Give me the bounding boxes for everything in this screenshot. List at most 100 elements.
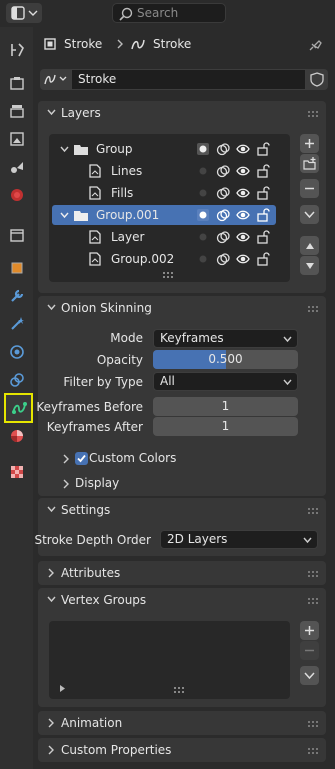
add-vertex-group-button[interactable] — [300, 621, 319, 640]
chevron-right-icon — [63, 454, 69, 464]
drag-handle-icon[interactable] — [308, 111, 320, 117]
pin-icon[interactable] — [309, 37, 323, 51]
display-label: Display — [75, 476, 120, 490]
eye-icon[interactable] — [236, 164, 250, 178]
effects-tab[interactable] — [6, 313, 28, 335]
animation-panel[interactable]: Animation — [38, 711, 326, 735]
onion-skin-icon[interactable] — [216, 186, 230, 200]
eye-icon[interactable] — [236, 208, 250, 222]
stroke-depth-order-dropdown[interactable]: 2D Layers — [160, 530, 318, 549]
drag-handle-icon[interactable] — [308, 571, 320, 577]
mask-toggle-icon[interactable] — [196, 208, 210, 222]
display-subpanel-header[interactable]: Display — [58, 474, 258, 494]
object-data-tab[interactable] — [4, 393, 33, 423]
mask-toggle-icon[interactable] — [196, 230, 210, 244]
unlock-icon[interactable] — [256, 208, 270, 222]
eye-icon[interactable] — [236, 230, 250, 244]
custom-colors-checkbox[interactable] — [75, 452, 88, 465]
unlock-icon[interactable] — [256, 252, 270, 266]
datablock-name-field[interactable]: Stroke — [71, 69, 306, 90]
filter-options-triangle-icon[interactable] — [59, 685, 65, 692]
texture-tab[interactable] — [6, 461, 28, 483]
physics-tab[interactable] — [6, 341, 28, 363]
world-tab[interactable] — [6, 184, 28, 206]
drag-handle-icon[interactable] — [308, 748, 320, 754]
move-layer-down-button[interactable] — [300, 256, 319, 275]
layer-toggles — [196, 252, 270, 266]
mask-toggle-icon[interactable] — [196, 164, 210, 178]
attributes-panel-header[interactable]: Attributes — [38, 561, 326, 585]
chevron-right-icon — [48, 745, 54, 755]
list-resize-handle-icon[interactable] — [174, 687, 184, 693]
filter-by-type-value: All — [160, 374, 175, 388]
search-input[interactable]: Search — [112, 3, 226, 23]
vertex-groups-panel-header[interactable]: Vertex Groups — [38, 588, 326, 612]
mask-toggle-icon[interactable] — [196, 186, 210, 200]
vertex-groups-list[interactable] — [49, 621, 290, 699]
object-tab[interactable] — [6, 257, 28, 279]
layer-name: Group — [96, 142, 133, 156]
unlock-icon[interactable] — [256, 230, 270, 244]
custom-properties-panel-header[interactable]: Custom Properties — [38, 738, 326, 762]
onion-skin-icon[interactable] — [216, 164, 230, 178]
unlock-icon[interactable] — [256, 186, 270, 200]
chevron-down-icon[interactable] — [60, 146, 69, 153]
onion-skin-icon[interactable] — [216, 230, 230, 244]
eye-icon[interactable] — [236, 142, 250, 156]
editor-type-icon — [11, 6, 38, 20]
material-tab[interactable] — [6, 425, 28, 447]
custom-colors-subpanel-header[interactable]: Custom Colors — [58, 449, 258, 469]
animation-panel-header[interactable]: Animation — [38, 711, 326, 735]
move-layer-up-button[interactable] — [300, 236, 319, 255]
drag-handle-icon[interactable] — [308, 508, 320, 514]
onion-skin-icon[interactable] — [216, 208, 230, 222]
tool-tab[interactable] — [6, 39, 28, 61]
vertex-group-specials-menu[interactable] — [300, 666, 319, 685]
layer-name: Lines — [111, 164, 143, 178]
onion-skin-icon[interactable] — [216, 252, 230, 266]
output-tab[interactable] — [6, 100, 28, 122]
datablock-browse-button[interactable] — [40, 69, 71, 90]
render-tab[interactable] — [6, 72, 28, 94]
keyframes-before-field[interactable]: 1 — [153, 397, 298, 416]
keyframes-after-label: Keyframes After — [46, 420, 143, 434]
drag-handle-icon[interactable] — [308, 598, 320, 604]
opacity-value: 0.500 — [208, 352, 243, 366]
custom-properties-panel[interactable]: Custom Properties — [38, 738, 326, 762]
onion-skinning-panel-header[interactable]: Onion Skinning — [38, 296, 326, 320]
modifier-tab[interactable] — [6, 285, 28, 307]
eye-icon[interactable] — [236, 186, 250, 200]
list-resize-handle-icon[interactable] — [163, 272, 173, 278]
output-icon — [10, 105, 24, 118]
add-layer-group-button[interactable] — [300, 154, 319, 173]
onion-skin-icon[interactable] — [216, 142, 230, 156]
keyframes-after-field[interactable]: 1 — [153, 417, 298, 436]
remove-layer-button[interactable] — [300, 179, 319, 198]
unlock-icon[interactable] — [256, 164, 270, 178]
chevron-down-icon — [303, 537, 312, 544]
texture-checker-icon — [11, 466, 23, 478]
drag-handle-icon[interactable] — [308, 306, 320, 312]
fake-user-button[interactable] — [306, 69, 328, 90]
editor-type-button[interactable] — [6, 3, 42, 23]
collection-tab[interactable] — [6, 224, 28, 246]
settings-panel-header[interactable]: Settings — [38, 498, 326, 522]
opacity-slider[interactable]: 0.500 — [153, 350, 298, 369]
layers-panel-header[interactable]: Layers — [38, 101, 326, 125]
unlock-icon[interactable] — [256, 142, 270, 156]
chevron-down-icon[interactable] — [60, 212, 69, 219]
drag-handle-icon[interactable] — [308, 721, 320, 727]
constraints-tab[interactable] — [6, 369, 28, 391]
remove-vertex-group-button[interactable] — [300, 641, 319, 660]
eye-icon[interactable] — [236, 252, 250, 266]
scene-tab[interactable] — [6, 156, 28, 178]
filter-by-type-dropdown[interactable]: All — [153, 372, 298, 391]
add-layer-button[interactable] — [300, 134, 319, 153]
mask-toggle-icon[interactable] — [196, 252, 210, 266]
mask-toggle-icon[interactable] — [196, 142, 210, 156]
mode-dropdown[interactable]: Keyframes — [153, 329, 298, 348]
breadcrumb-data-name: Stroke — [153, 37, 192, 51]
attributes-panel[interactable]: Attributes — [38, 561, 326, 585]
layer-specials-menu[interactable] — [300, 205, 319, 224]
view-layer-tab[interactable] — [6, 128, 28, 150]
